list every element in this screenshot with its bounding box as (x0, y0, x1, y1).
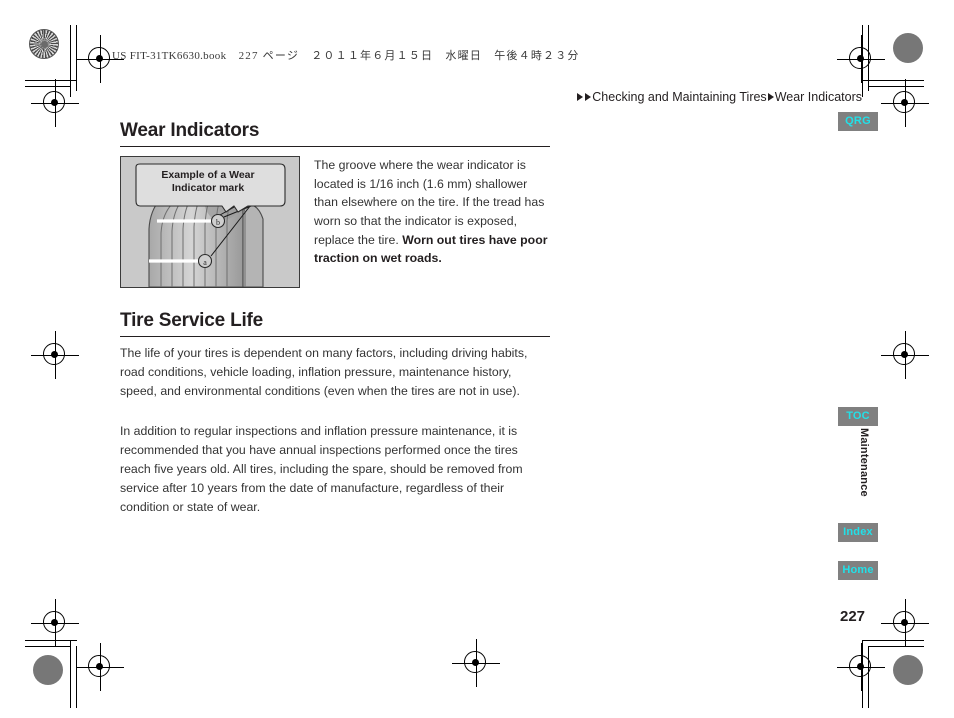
tire-service-life-heading: Tire Service Life (120, 310, 264, 331)
side-tab-home[interactable]: Home (838, 561, 878, 580)
breadcrumb: Checking and Maintaining Tires Wear Indi… (576, 90, 862, 104)
registration-crosshair-bottom-center (452, 639, 500, 687)
breadcrumb-level-1[interactable]: Checking and Maintaining Tires (592, 90, 766, 104)
wear-indicator-figure: b a Example of a Wear Indicator mark (120, 156, 300, 288)
tire-service-life-divider (120, 336, 550, 337)
crop-mark-br-h1 (862, 640, 924, 641)
registration-blob-bottom-left (33, 655, 63, 685)
wear-indicator-figure-row: b a Example of a Wear Indicator mark The… (120, 156, 550, 288)
print-header-date: ２０１１年６月１５日 水曜日 午後４時２３分 (311, 50, 580, 62)
registration-crosshair-top-left-inner (76, 35, 124, 83)
title-divider (120, 146, 550, 147)
page-number: 227 (840, 608, 866, 625)
print-header-page-label: 227 ページ (238, 50, 300, 62)
crop-mark-tr-h2 (868, 86, 924, 87)
crop-mark-tr-v1 (862, 25, 863, 97)
registration-crosshair-bottom-left-inner (76, 643, 124, 691)
crop-mark-tl-v2 (76, 25, 77, 91)
registration-crosshair-bottom-right-inner (837, 643, 885, 691)
crop-mark-tl-h1 (25, 80, 77, 81)
registration-crosshair-bottom-left-upper (31, 599, 79, 647)
registration-blob-bottom-right (893, 655, 923, 685)
tire-service-life-paragraph-1: The life of your tires is dependent on m… (120, 346, 528, 398)
registration-crosshair-top-left-lower (31, 79, 79, 127)
registration-crosshair-top-right-lower (881, 79, 929, 127)
crop-mark-br-h2 (868, 646, 924, 647)
svg-text:b: b (216, 218, 220, 227)
crop-mark-bl-v2 (76, 646, 77, 708)
crop-mark-bl-h2 (25, 646, 71, 647)
triangle-right-icon (767, 93, 774, 101)
registration-crosshair-bottom-right-upper (881, 599, 929, 647)
svg-text:a: a (203, 258, 207, 267)
main-content: Wear Indicators b a Example of a Wear In… (120, 120, 550, 517)
side-tab-qrg[interactable]: QRG (838, 112, 878, 131)
chapter-label-maintenance: Maintenance (858, 428, 870, 497)
crop-mark-bl-v1 (70, 640, 71, 708)
side-tab-index[interactable]: Index (838, 523, 878, 542)
side-tab-toc[interactable]: TOC (838, 407, 878, 426)
wear-indicator-body-text: The groove where the wear indicator is l… (314, 156, 550, 288)
page-title: Wear Indicators (120, 120, 260, 141)
print-header-line: US FIT-31TK6630.book 227 ページ ２０１１年６月１５日 … (112, 47, 580, 63)
tire-service-life-paragraph-2: In addition to regular inspections and i… (120, 424, 523, 514)
crop-mark-tr-v2 (868, 25, 869, 91)
crop-mark-tr-h1 (862, 80, 924, 81)
registration-blob-top-right (893, 33, 923, 63)
breadcrumb-level-2[interactable]: Wear Indicators (775, 90, 862, 104)
crop-mark-br-v2 (868, 646, 869, 708)
crop-mark-tl-h2 (25, 86, 71, 87)
registration-crosshair-right-middle (881, 331, 929, 379)
triangle-right-icon (577, 93, 584, 101)
figure-caption: Example of a Wear Indicator mark (161, 169, 255, 195)
print-header-filename: US FIT-31TK6630.book (112, 50, 227, 62)
registration-rosette-top-left (29, 29, 59, 59)
triangle-right-icon (585, 93, 592, 101)
crop-mark-bl-h1 (25, 640, 77, 641)
registration-crosshair-top-right-inner (837, 35, 885, 83)
crop-mark-br-v1 (862, 640, 863, 708)
registration-crosshair-left-middle (31, 331, 79, 379)
